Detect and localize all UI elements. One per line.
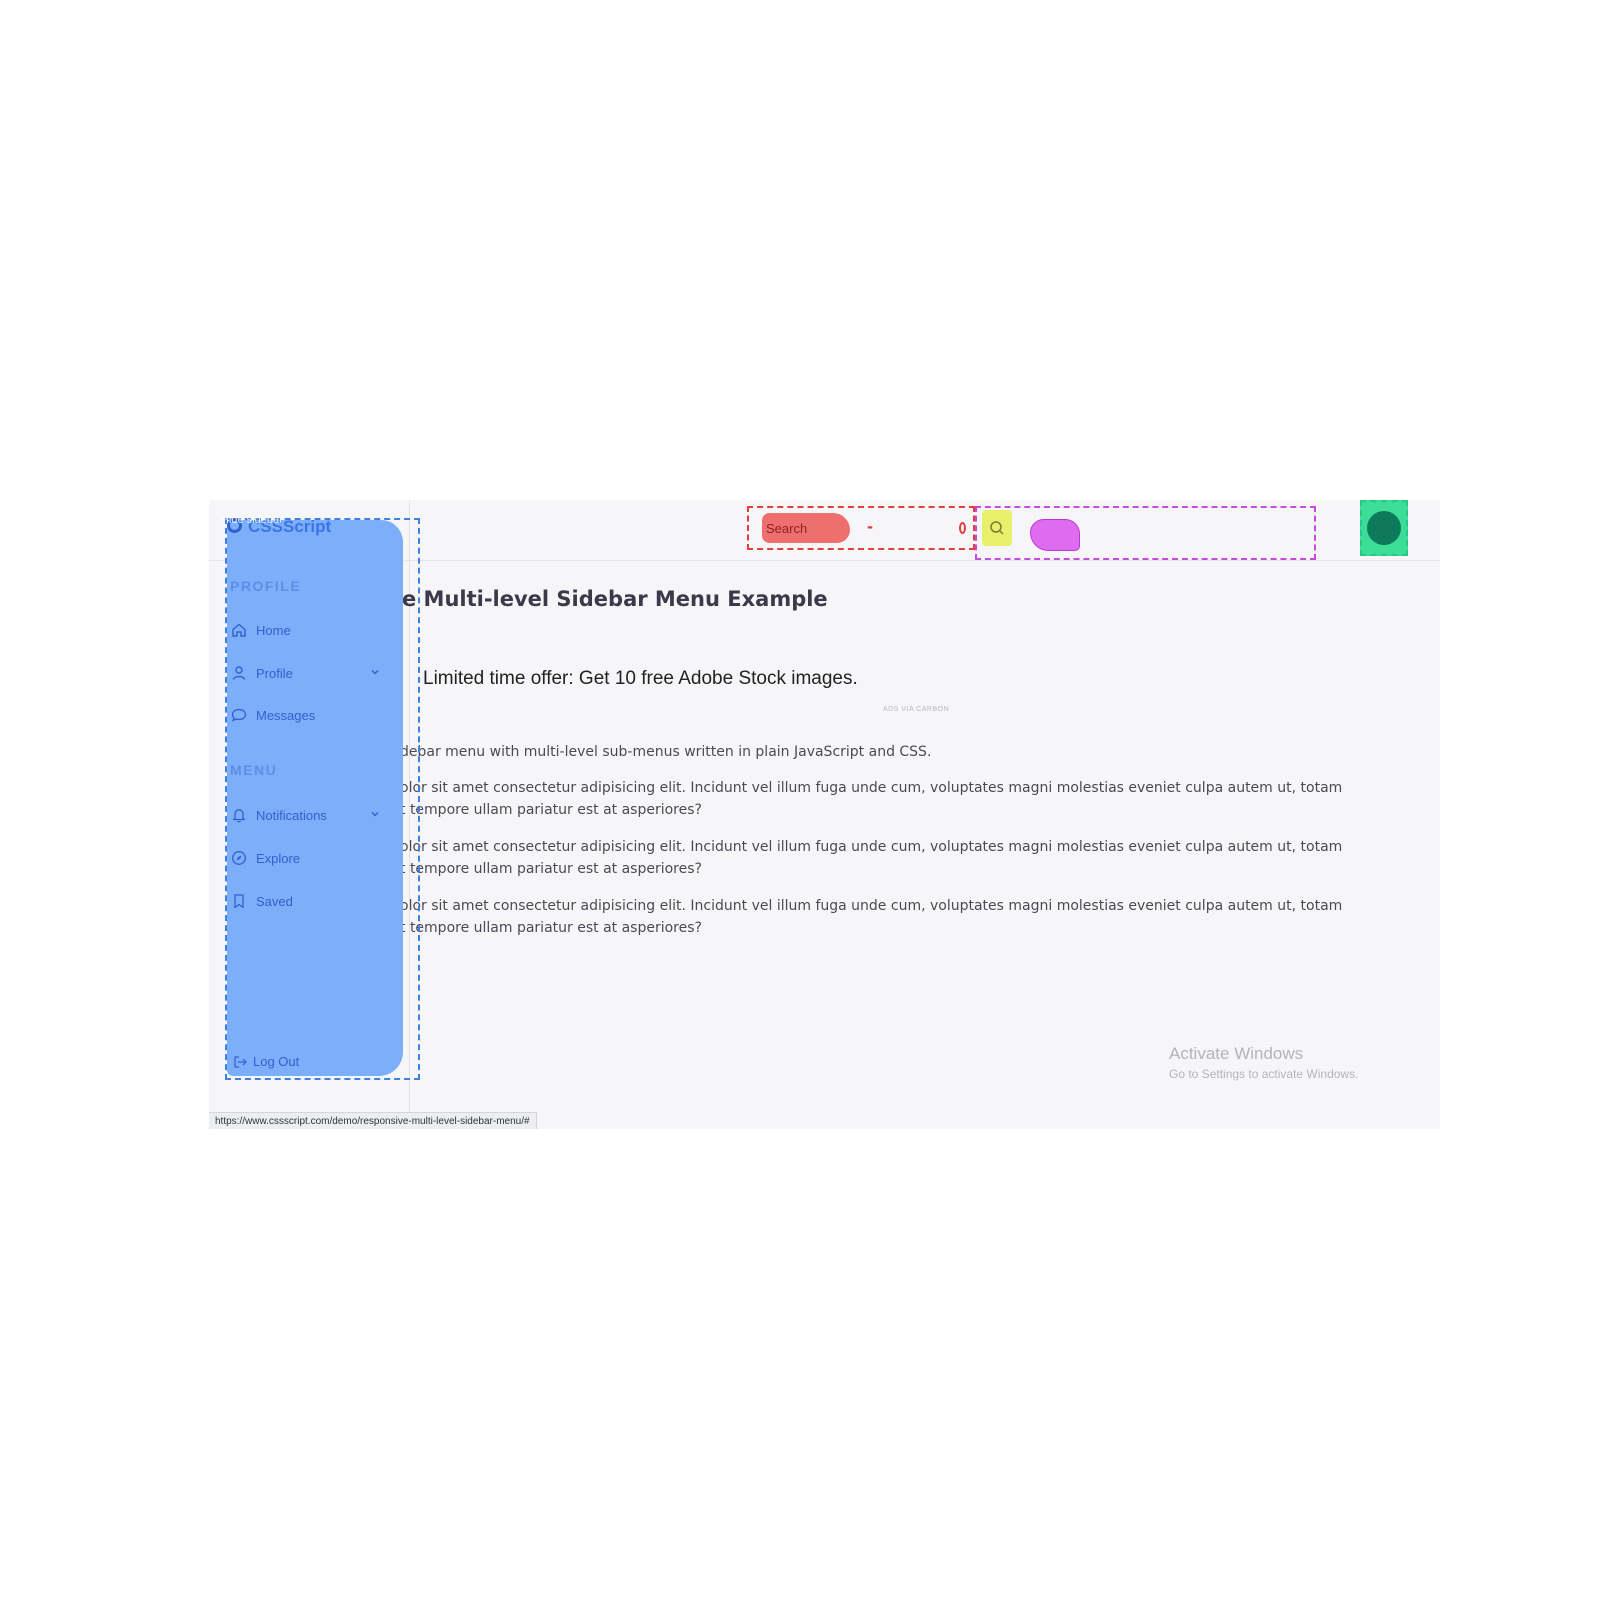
search-form: - — [747, 506, 975, 550]
clear-search-icon[interactable] — [959, 522, 966, 534]
header-actions — [975, 506, 1316, 560]
logout-icon — [234, 1055, 247, 1068]
activate-windows-title: Activate Windows — [1169, 1044, 1304, 1063]
logout-label: Log Out — [253, 1054, 300, 1069]
sidebar-item-notifications[interactable]: Notifications — [231, 804, 381, 826]
body-paragraph: olor sit amet consectetur adipisicing el… — [400, 839, 1343, 877]
sidebar-item-home[interactable]: Home — [231, 619, 381, 641]
message-icon — [231, 708, 247, 722]
home-icon — [232, 623, 246, 637]
search-input[interactable] — [762, 513, 850, 543]
body-paragraph: olor sit amet consectetur adipisicing el… — [400, 780, 1343, 818]
ad-credit[interactable]: ADS VIA CARBON — [883, 706, 949, 713]
intro-text: debar menu with multi-level sub-menus wr… — [400, 744, 932, 760]
compass-icon — [232, 851, 246, 865]
section-label-menu: MENU — [230, 762, 278, 778]
ad-link[interactable]: Limited time offer: Get 10 free Adobe St… — [423, 668, 858, 690]
sidebar-item-label: Home — [256, 622, 291, 638]
status-bar-url: https://www.cssscript.com/demo/responsiv… — [209, 1112, 537, 1129]
chevron-down-icon[interactable] — [369, 808, 381, 820]
sidebar-item-messages[interactable]: Messages — [231, 704, 381, 726]
bookmark-icon — [234, 894, 244, 909]
sidebar-item-label: Explore — [256, 850, 301, 866]
browser-viewport: - CSSScript Hide sidebar PROFILE Home Pr… — [209, 500, 1440, 1129]
avatar — [1367, 511, 1401, 545]
activate-windows-subtitle: Go to Settings to activate Windows. — [1169, 1067, 1359, 1081]
user-icon — [232, 666, 246, 680]
page-title: e Multi-level Sidebar Menu Example — [402, 587, 828, 611]
logout-button[interactable]: Log Out — [233, 1054, 299, 1069]
bell-icon — [232, 809, 246, 823]
header-action-button[interactable] — [1030, 519, 1080, 551]
sidebar-item-profile[interactable]: Profile — [231, 662, 381, 684]
section-label-profile: PROFILE — [230, 578, 302, 594]
sidebar-item-label: Notifications — [256, 807, 327, 823]
sidebar-item-explore[interactable]: Explore — [231, 847, 381, 869]
chevron-down-icon[interactable] — [369, 666, 381, 678]
sidebar-toggle-label[interactable]: Hide sidebar — [221, 514, 283, 526]
avatar-button[interactable] — [1360, 500, 1408, 556]
sidebar-item-label: Saved — [256, 893, 293, 909]
sidebar-item-label: Profile — [256, 665, 293, 681]
body-paragraph: olor sit amet consectetur adipisicing el… — [400, 898, 1343, 936]
sidebar-item-saved[interactable]: Saved — [231, 890, 381, 912]
minus-glyph: - — [867, 516, 873, 536]
sidebar — [225, 518, 420, 1080]
sidebar-item-label: Messages — [256, 707, 316, 723]
